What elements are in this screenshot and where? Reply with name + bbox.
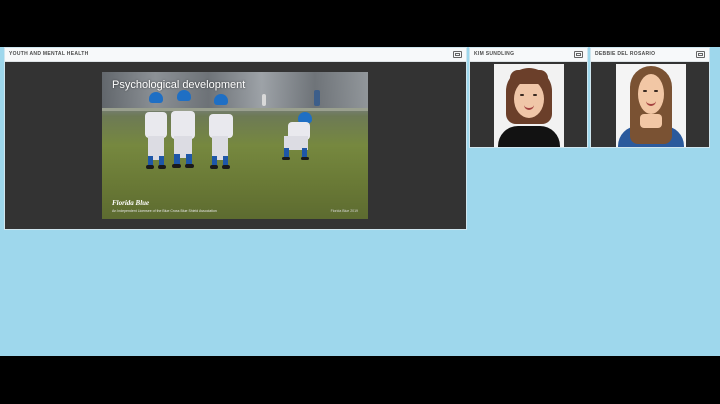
maximize-icon[interactable]: [453, 51, 462, 58]
presentation-panel-header: YOUTH AND MENTAL HEALTH: [5, 48, 466, 62]
participant-name: KIM SUNDLING: [474, 51, 515, 57]
maximize-icon[interactable]: [696, 51, 705, 58]
video-tile-header: DEBBIE DEL ROSARIO: [591, 48, 709, 62]
presentation-panel-title: YOUTH AND MENTAL HEALTH: [9, 51, 89, 57]
distant-figure: [314, 90, 320, 106]
video-feed: [591, 62, 709, 147]
letterbox-top: [0, 0, 720, 47]
presentation-panel[interactable]: YOUTH AND MENTAL HEALTH Psychological de…: [4, 47, 467, 230]
slide-title: Psychological development: [112, 79, 246, 91]
distant-figure: [262, 94, 266, 106]
participant-name: DEBBIE DEL ROSARIO: [595, 51, 656, 57]
meeting-stage: YOUTH AND MENTAL HEALTH Psychological de…: [0, 47, 720, 356]
slide-background-fence: [102, 108, 368, 111]
letterbox-bottom: [0, 356, 720, 404]
florida-blue-logo: Florida Blue: [112, 199, 150, 207]
presentation-content: Psychological development Florida Blue A…: [5, 62, 466, 229]
video-tile-debbie-del-rosario[interactable]: DEBBIE DEL ROSARIO: [590, 47, 710, 148]
slide-background-building: [102, 72, 368, 110]
logo-subtext: An Independent Licensee of the Blue Cros…: [112, 209, 217, 213]
maximize-icon[interactable]: [574, 51, 583, 58]
presentation-slide: Psychological development Florida Blue A…: [102, 72, 368, 219]
video-feed: [470, 62, 587, 147]
participant-video: [494, 64, 564, 147]
participant-video: [616, 64, 686, 147]
slide-credit: Florida Blue 2019: [330, 209, 358, 213]
video-tile-kim-sundling[interactable]: KIM SUNDLING: [469, 47, 588, 148]
video-tile-header: KIM SUNDLING: [470, 48, 587, 62]
